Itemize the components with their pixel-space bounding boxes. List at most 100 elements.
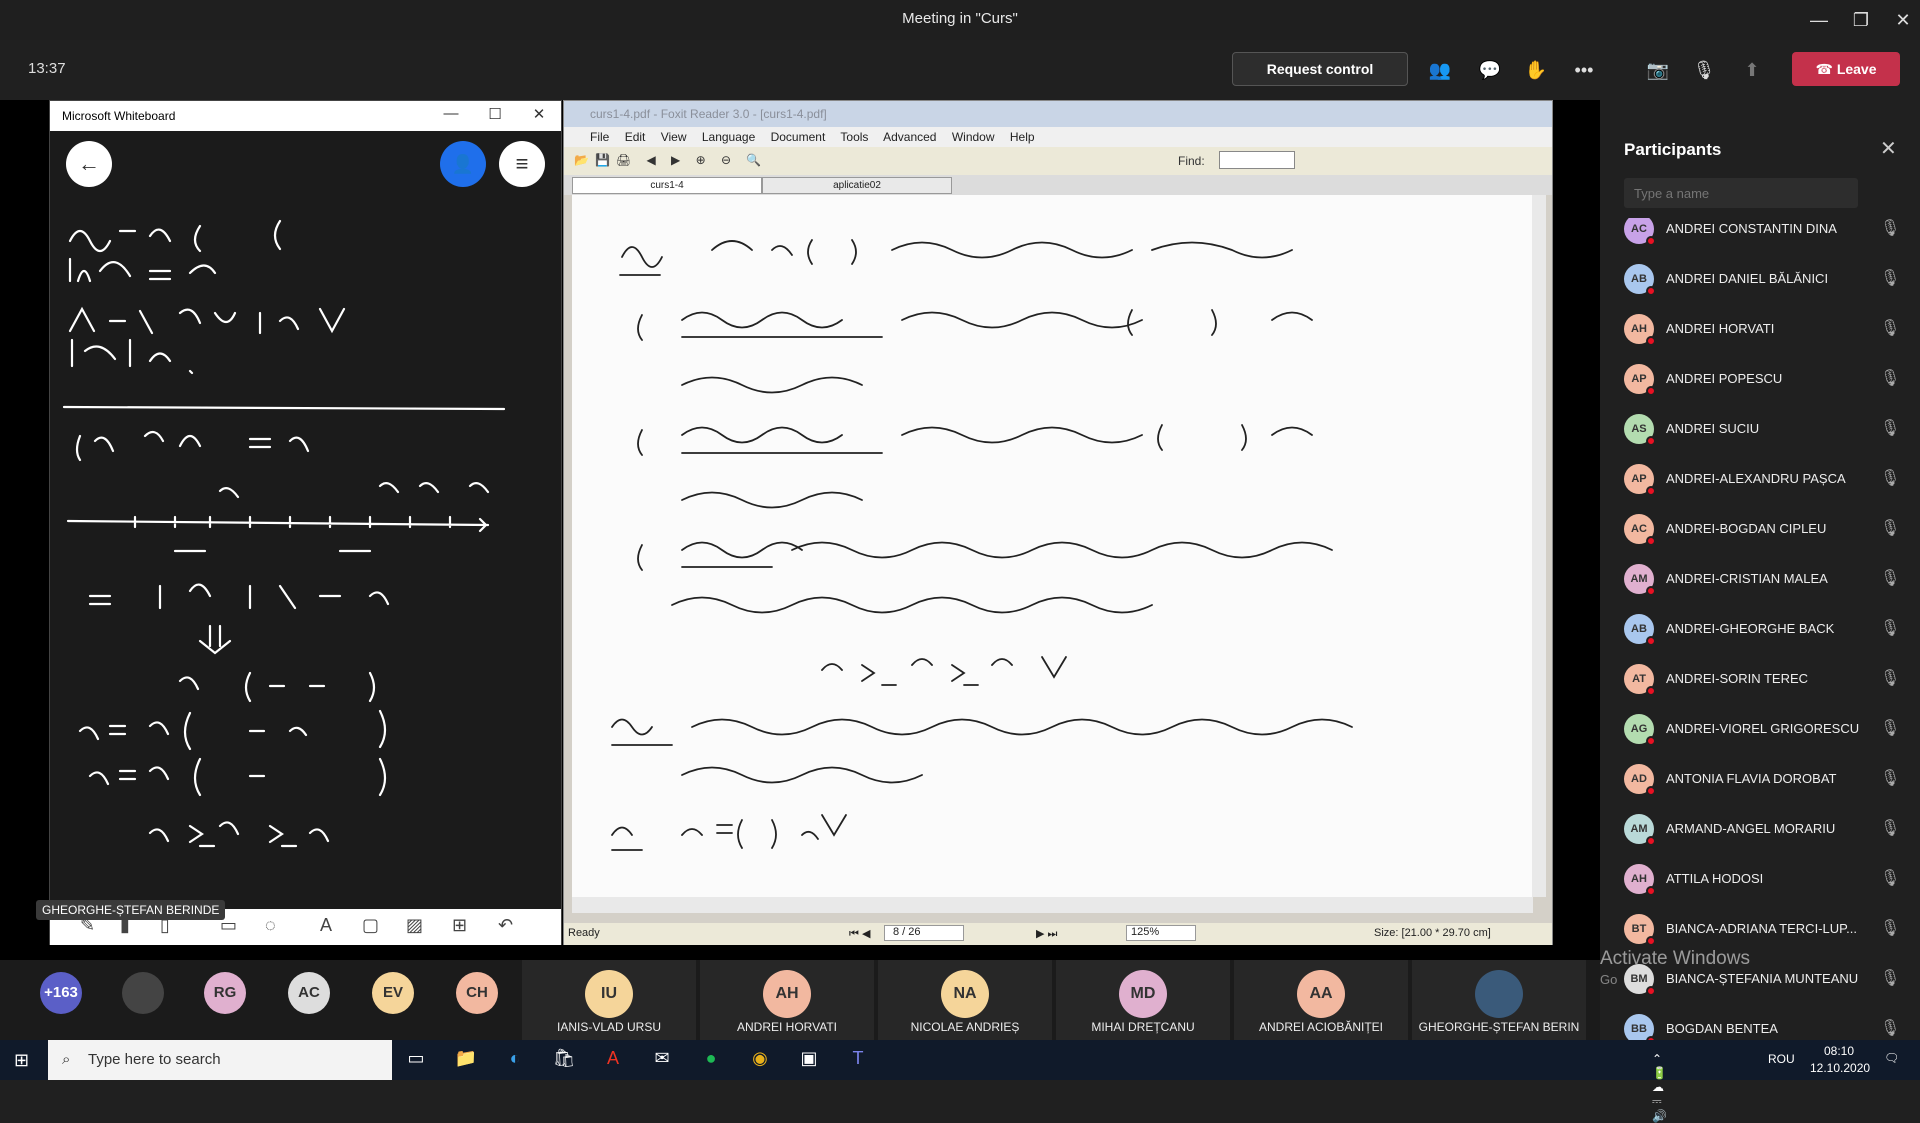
- clock-time[interactable]: 08:10: [1824, 1044, 1854, 1058]
- leave-button[interactable]: ☎ Leave: [1792, 52, 1900, 86]
- pdf-page[interactable]: [572, 195, 1533, 897]
- store-icon[interactable]: 🛍: [551, 1048, 577, 1072]
- windows-taskbar: ⊞ ⌕ Type here to search ▭ 📁 ◐ 🛍 A ✉ ● ◉ …: [0, 1040, 1920, 1123]
- participant-item[interactable]: AH ATTILA HODOSI 🎙: [1624, 854, 1914, 902]
- minimize-icon[interactable]: —: [438, 105, 464, 122]
- participant-item[interactable]: AD ANTONIA FLAVIA DOROBAT 🎙: [1624, 754, 1914, 802]
- avatar-initials: AM: [1630, 573, 1648, 585]
- participant-item[interactable]: BT BIANCA-ADRIANA TERCI-LUP... 🎙: [1624, 904, 1914, 952]
- close-icon[interactable]: ✕: [526, 105, 552, 123]
- participant-avatar[interactable]: CH: [456, 972, 498, 1014]
- participant-item[interactable]: AB ANDREI-GHEORGHE BACK 🎙: [1624, 604, 1914, 652]
- close-icon[interactable]: ✕: [1880, 136, 1897, 161]
- page-number-field[interactable]: 8 / 26: [884, 925, 964, 941]
- video-tile[interactable]: GHEORGHE-ȘTEFAN BERIN: [1412, 960, 1586, 1040]
- participant-item[interactable]: AM ANDREI-CRISTIAN MALEA 🎙: [1624, 554, 1914, 602]
- menu-document[interactable]: Document: [771, 130, 826, 144]
- mic-muted-icon: 🎙: [1880, 670, 1901, 687]
- activation-watermark-sub: Go: [1600, 972, 1618, 987]
- menu-tools[interactable]: Tools: [840, 130, 868, 144]
- lasso-icon[interactable]: ◌: [265, 915, 276, 936]
- raise-hand-icon[interactable]: ✋: [1522, 56, 1550, 84]
- status-dot: [1646, 636, 1656, 646]
- participant-name: ARMAND-ANGEL MORARIU: [1666, 821, 1836, 836]
- edge-icon[interactable]: ◐: [502, 1048, 528, 1072]
- menu-icon[interactable]: ≡: [499, 141, 545, 187]
- mic-off-icon[interactable]: 🎙: [1690, 56, 1718, 84]
- participant-item[interactable]: AM ARMAND-ANGEL MORARIU 🎙: [1624, 804, 1914, 852]
- language-indicator[interactable]: ROU: [1768, 1052, 1795, 1066]
- menu-edit[interactable]: Edit: [625, 130, 646, 144]
- more-participants-badge[interactable]: +163: [40, 972, 82, 1014]
- image-icon[interactable]: ▨: [406, 915, 423, 936]
- video-tile[interactable]: AA ANDREI ACIOBĂNIȚEI: [1234, 960, 1408, 1040]
- menu-help[interactable]: Help: [1010, 130, 1035, 144]
- find-input[interactable]: [1219, 151, 1295, 169]
- participant-item[interactable]: AH ANDREI HORVATI 🎙: [1624, 304, 1914, 352]
- taskbar-search[interactable]: ⌕ Type here to search: [48, 1040, 392, 1080]
- chrome-icon[interactable]: ◉: [747, 1048, 773, 1072]
- menu-file[interactable]: File: [590, 130, 609, 144]
- participant-photo[interactable]: [122, 972, 164, 1014]
- text-icon[interactable]: A: [320, 915, 332, 936]
- tile-name: GHEORGHE-ȘTEFAN BERIN: [1418, 1020, 1580, 1034]
- user-icon[interactable]: 👤: [440, 141, 486, 187]
- tab-curs1-4[interactable]: curs1-4: [572, 177, 762, 194]
- note-icon[interactable]: ▢: [362, 915, 379, 936]
- video-tile[interactable]: NA NICOLAE ANDRIEȘ: [878, 960, 1052, 1040]
- video-tile[interactable]: MD MIHAI DREȚCANU: [1056, 960, 1230, 1040]
- participant-search-input[interactable]: [1624, 178, 1858, 208]
- video-tile[interactable]: IU IANIS-VLAD URSU: [522, 960, 696, 1040]
- maximize-icon[interactable]: ☐: [482, 105, 508, 123]
- minimize-icon[interactable]: —: [1804, 6, 1834, 34]
- toolbar-icons[interactable]: 📂💾🖨 ◀ ▶ ⊕ ⊖ 🔍: [574, 153, 767, 167]
- mail-icon[interactable]: ✉: [649, 1048, 675, 1072]
- notification-icon[interactable]: 🗨: [1884, 1051, 1899, 1065]
- acrobat-icon[interactable]: A: [600, 1048, 626, 1072]
- task-view-icon[interactable]: ▭: [403, 1048, 429, 1072]
- menu-advanced[interactable]: Advanced: [883, 130, 936, 144]
- participant-avatar[interactable]: RG: [204, 972, 246, 1014]
- participant-item[interactable]: AG ANDREI-VIOREL GRIGORESCU 🎙: [1624, 704, 1914, 752]
- next-page-icon[interactable]: ▶ ⏭: [1036, 927, 1057, 941]
- vertical-scrollbar[interactable]: [1532, 195, 1546, 897]
- chat-icon[interactable]: 💬: [1476, 56, 1504, 84]
- horizontal-scrollbar[interactable]: [572, 897, 1533, 913]
- participant-avatar[interactable]: EV: [372, 972, 414, 1014]
- whiteboard-canvas[interactable]: ← 👤 ≡: [50, 131, 561, 911]
- camera-off-icon[interactable]: 📷: [1644, 56, 1672, 84]
- menu-language[interactable]: Language: [702, 130, 755, 144]
- close-icon[interactable]: ✕: [1888, 6, 1918, 34]
- participant-item[interactable]: AP ANDREI-ALEXANDRU PAȘCA 🎙: [1624, 454, 1914, 502]
- clock-date[interactable]: 12.10.2020: [1810, 1061, 1870, 1075]
- participant-item[interactable]: AT ANDREI-SORIN TEREC 🎙: [1624, 654, 1914, 702]
- participant-item[interactable]: AP ANDREI POPESCU 🎙: [1624, 354, 1914, 402]
- request-control-button[interactable]: Request control: [1232, 52, 1408, 86]
- participants-icon[interactable]: 👥: [1426, 56, 1454, 84]
- video-tile[interactable]: AH ANDREI HORVATI: [700, 960, 874, 1040]
- participant-avatar[interactable]: AC: [288, 972, 330, 1014]
- zoom-field[interactable]: 125%: [1126, 925, 1196, 941]
- whiteboard-app-icon[interactable]: ▣: [796, 1048, 822, 1072]
- back-arrow-icon[interactable]: ←: [66, 141, 112, 187]
- first-page-icon[interactable]: ⏮ ◀: [849, 927, 870, 941]
- file-explorer-icon[interactable]: 📁: [453, 1048, 479, 1072]
- avatar-initials: AT: [1632, 673, 1646, 685]
- tab-aplicatie02[interactable]: aplicatie02: [762, 177, 952, 194]
- add-icon[interactable]: ⊞: [452, 915, 467, 936]
- windows-start-icon[interactable]: ⊞: [14, 1050, 29, 1071]
- participant-item[interactable]: AC ANDREI-BOGDAN CIPLEU 🎙: [1624, 504, 1914, 552]
- restore-icon[interactable]: ❐: [1846, 6, 1876, 34]
- share-screen-icon[interactable]: ⬆: [1738, 56, 1766, 84]
- tray-icons[interactable]: ⌃ 🔋 ☁ ⎓ 🔊: [1652, 1052, 1667, 1123]
- more-options-icon[interactable]: •••: [1570, 56, 1598, 84]
- call-controls: 13:37 Request control 👥 💬 ✋ ••• 📷 🎙 ⬆ ☎ …: [0, 40, 1920, 100]
- participant-item[interactable]: AS ANDREI SUCIU 🎙: [1624, 404, 1914, 452]
- teams-icon[interactable]: T: [845, 1048, 871, 1072]
- participant-item[interactable]: AC ANDREI CONSTANTIN DINA 🎙: [1624, 218, 1914, 252]
- participant-item[interactable]: AB ANDREI DANIEL BĂLĂNICI 🎙: [1624, 254, 1914, 302]
- menu-view[interactable]: View: [661, 130, 687, 144]
- undo-icon[interactable]: ↶: [498, 915, 513, 936]
- menu-window[interactable]: Window: [952, 130, 995, 144]
- spotify-icon[interactable]: ●: [698, 1048, 724, 1072]
